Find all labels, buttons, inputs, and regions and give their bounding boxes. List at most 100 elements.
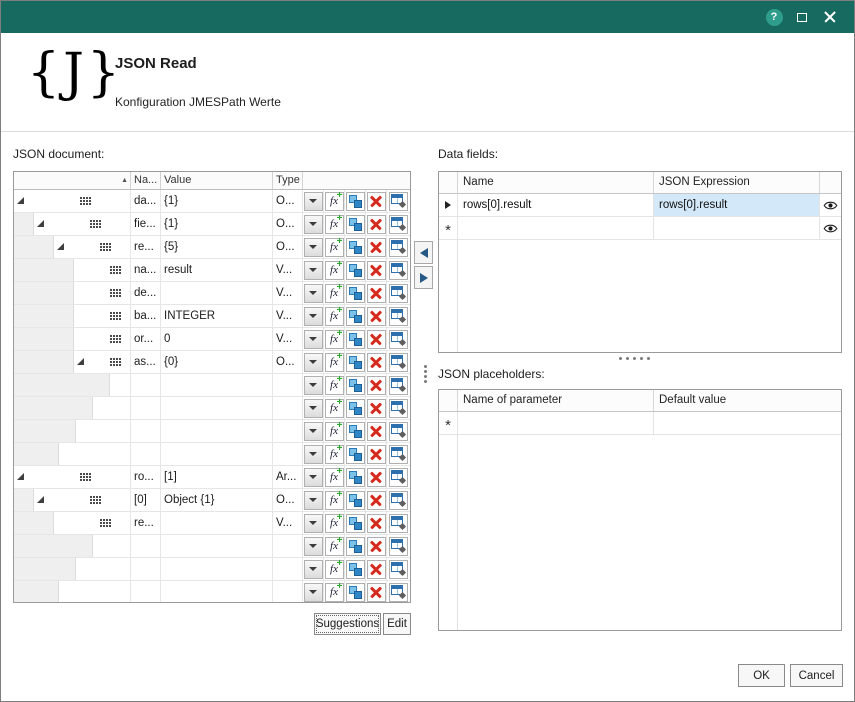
copy-node-button[interactable] [346,445,365,464]
tree-expander-icon[interactable] [37,496,44,503]
copy-node-button[interactable] [346,330,365,349]
field-name-cell[interactable] [458,217,654,239]
field-expression-cell[interactable]: rows[0].result [654,194,820,216]
delete-node-button[interactable] [367,445,386,464]
parameter-name-cell[interactable] [458,412,654,434]
suggestions-button[interactable]: Suggestions [314,613,381,635]
delete-node-button[interactable] [367,353,386,372]
tree-value-cell[interactable] [161,558,273,580]
delete-node-button[interactable] [367,537,386,556]
value-column-header[interactable]: Value [161,172,273,189]
edit-button[interactable]: Edit [383,613,411,635]
copy-node-button[interactable] [346,307,365,326]
tree-name-cell[interactable]: fie... [131,213,161,235]
type-dropdown-button[interactable] [304,307,323,326]
default-value-cell[interactable] [654,412,841,434]
parameter-name-column-header[interactable]: Name of parameter [458,390,654,411]
delete-node-button[interactable] [367,238,386,257]
preview-eye-button[interactable] [823,200,838,211]
tree-name-cell[interactable]: ba... [131,305,161,327]
tree-value-cell[interactable]: {1} [161,213,273,235]
tree-value-cell[interactable]: {0} [161,351,273,373]
vertical-splitter-handle[interactable] [421,363,429,385]
copy-node-button[interactable] [346,491,365,510]
table-settings-button[interactable] [389,330,408,349]
table-settings-button[interactable] [389,514,408,533]
type-dropdown-button[interactable] [304,422,323,441]
tree-name-cell[interactable]: da... [131,190,161,212]
delete-node-button[interactable] [367,215,386,234]
fx-add-button[interactable]: fx+ [325,376,344,395]
tree-name-cell[interactable]: re... [131,236,161,258]
copy-node-button[interactable] [346,537,365,556]
tree-type-cell[interactable] [273,420,303,442]
table-settings-button[interactable] [389,307,408,326]
tree-name-cell[interactable] [131,558,161,580]
fx-add-button[interactable]: fx+ [325,261,344,280]
table-settings-button[interactable] [389,491,408,510]
tree-expander-icon[interactable] [17,473,24,480]
type-dropdown-button[interactable] [304,491,323,510]
delete-node-button[interactable] [367,399,386,418]
copy-node-button[interactable] [346,560,365,579]
tree-name-cell[interactable]: de... [131,282,161,304]
tree-type-cell[interactable] [273,374,303,396]
tree-value-cell[interactable]: 0 [161,328,273,350]
delete-node-button[interactable] [367,284,386,303]
type-dropdown-button[interactable] [304,215,323,234]
tree-type-cell[interactable]: O... [273,351,303,373]
tree-value-cell[interactable]: INTEGER [161,305,273,327]
cancel-button[interactable]: Cancel [790,664,843,687]
field-name-column-header[interactable]: Name [458,172,654,193]
tree-type-cell[interactable]: V... [273,305,303,327]
tree-name-cell[interactable]: ro... [131,466,161,488]
tree-type-cell[interactable]: Ar... [273,466,303,488]
type-dropdown-button[interactable] [304,376,323,395]
fx-add-button[interactable]: fx+ [325,192,344,211]
tree-value-cell[interactable]: result [161,259,273,281]
copy-node-button[interactable] [346,583,365,602]
tree-type-cell[interactable]: V... [273,282,303,304]
copy-node-button[interactable] [346,422,365,441]
tree-name-cell[interactable] [131,374,161,396]
tree-value-cell[interactable] [161,512,273,534]
default-value-column-header[interactable]: Default value [654,390,841,411]
fx-add-button[interactable]: fx+ [325,560,344,579]
tree-value-cell[interactable] [161,397,273,419]
type-dropdown-button[interactable] [304,261,323,280]
fx-add-button[interactable]: fx+ [325,422,344,441]
fx-add-button[interactable]: fx+ [325,583,344,602]
type-dropdown-button[interactable] [304,284,323,303]
preview-eye-button[interactable] [823,223,838,234]
tree-value-cell[interactable] [161,581,273,603]
ok-button[interactable]: OK [738,664,785,687]
fx-add-button[interactable]: fx+ [325,491,344,510]
tree-value-cell[interactable] [161,443,273,465]
delete-node-button[interactable] [367,192,386,211]
delete-node-button[interactable] [367,330,386,349]
table-settings-button[interactable] [389,261,408,280]
tree-name-cell[interactable]: re... [131,512,161,534]
delete-node-button[interactable] [367,560,386,579]
tree-type-cell[interactable]: O... [273,489,303,511]
json-expression-column-header[interactable]: JSON Expression [654,172,820,193]
tree-expander-icon[interactable] [17,197,24,204]
table-settings-button[interactable] [389,376,408,395]
copy-node-button[interactable] [346,261,365,280]
tree-value-cell[interactable] [161,535,273,557]
tree-type-cell[interactable]: O... [273,236,303,258]
type-dropdown-button[interactable] [304,537,323,556]
tree-name-cell[interactable] [131,581,161,603]
table-settings-button[interactable] [389,468,408,487]
copy-node-button[interactable] [346,284,365,303]
table-settings-button[interactable] [389,238,408,257]
fx-add-button[interactable]: fx+ [325,307,344,326]
tree-name-cell[interactable]: [0] [131,489,161,511]
table-settings-button[interactable] [389,399,408,418]
fx-add-button[interactable]: fx+ [325,537,344,556]
fx-add-button[interactable]: fx+ [325,445,344,464]
copy-node-button[interactable] [346,192,365,211]
table-settings-button[interactable] [389,353,408,372]
tree-column-header[interactable]: ▲ [14,172,131,189]
fx-add-button[interactable]: fx+ [325,330,344,349]
